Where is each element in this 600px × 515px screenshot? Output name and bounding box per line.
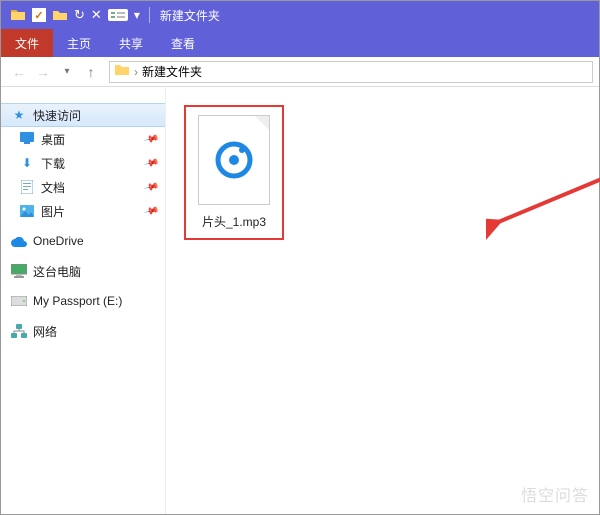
sidebar-item-documents[interactable]: 文档 📌 <box>1 175 165 199</box>
separator <box>149 7 150 23</box>
sidebar-this-pc[interactable]: 这台电脑 <box>1 259 165 283</box>
computer-icon <box>11 264 27 278</box>
tab-home[interactable]: 主页 <box>53 29 105 57</box>
sidebar-quick-access[interactable]: ★ 快速访问 <box>1 103 165 127</box>
nav-history-dropdown[interactable]: ▾ <box>55 60 79 84</box>
annotation-arrow <box>486 123 600 243</box>
audio-icon <box>212 138 256 182</box>
address-field[interactable]: › 新建文件夹 <box>109 61 593 83</box>
star-icon: ★ <box>11 108 27 122</box>
ribbon-tabs: 文件 主页 共享 查看 <box>1 29 599 57</box>
cloud-icon <box>11 236 27 247</box>
folder-icon <box>114 62 130 81</box>
sidebar-item-label: 图片 <box>41 203 65 220</box>
sidebar-item-pictures[interactable]: 图片 📌 <box>1 199 165 223</box>
pin-icon: 📌 <box>143 155 159 171</box>
properties-icon[interactable] <box>108 9 128 21</box>
nav-up-button[interactable]: ↑ <box>79 60 103 84</box>
open-folder-icon[interactable] <box>52 7 68 23</box>
checkbox-icon[interactable] <box>32 8 46 22</box>
sidebar-drive[interactable]: My Passport (E:) <box>1 289 165 313</box>
window-title: 新建文件夹 <box>160 7 220 24</box>
dropdown-icon[interactable]: ▾ <box>134 8 140 22</box>
sidebar-network[interactable]: 网络 <box>1 319 165 343</box>
download-icon: ⬇ <box>19 156 35 170</box>
desktop-icon <box>19 132 35 146</box>
nav-back-button[interactable]: ← <box>7 60 31 84</box>
file-name: 片头_1.mp3 <box>190 213 278 230</box>
chevron-right-icon: › <box>134 65 138 79</box>
tab-share[interactable]: 共享 <box>105 29 157 57</box>
sidebar-item-label: 文档 <box>41 179 65 196</box>
title-bar: ↻ ✕ ▾ 新建文件夹 <box>1 1 599 29</box>
sidebar-item-label: 这台电脑 <box>33 263 81 280</box>
content-area[interactable]: 片头_1.mp3 <box>166 87 599 514</box>
pin-icon: 📌 <box>143 179 159 195</box>
sidebar-item-label: 网络 <box>33 323 57 340</box>
close-icon[interactable]: ✕ <box>91 7 102 23</box>
pictures-icon <box>19 205 35 217</box>
sidebar-item-label: 桌面 <box>41 131 65 148</box>
pin-icon: 📌 <box>143 131 159 147</box>
sidebar-item-label: 下载 <box>41 155 65 172</box>
file-item[interactable]: 片头_1.mp3 <box>184 105 284 240</box>
breadcrumb-segment[interactable]: 新建文件夹 <box>142 63 202 80</box>
file-thumbnail <box>198 115 270 205</box>
sidebar-item-downloads[interactable]: ⬇ 下载 📌 <box>1 151 165 175</box>
sidebar: ★ 快速访问 桌面 📌 ⬇ 下载 📌 文档 📌 图片 � <box>1 87 166 514</box>
sidebar-item-label: My Passport (E:) <box>33 294 122 308</box>
tab-view[interactable]: 查看 <box>157 29 209 57</box>
tab-file[interactable]: 文件 <box>1 29 53 57</box>
sidebar-onedrive[interactable]: OneDrive <box>1 229 165 253</box>
watermark: 悟空问答 <box>521 482 589 506</box>
pin-icon: 📌 <box>143 203 159 219</box>
sidebar-item-label: OneDrive <box>33 234 84 248</box>
sidebar-item-desktop[interactable]: 桌面 📌 <box>1 127 165 151</box>
nav-forward-button[interactable]: → <box>31 60 55 84</box>
drive-icon <box>11 296 27 306</box>
folder-icon <box>10 7 26 23</box>
sidebar-label: 快速访问 <box>33 107 81 124</box>
refresh-icon[interactable]: ↻ <box>74 7 85 23</box>
network-icon <box>11 324 27 338</box>
document-icon <box>19 180 35 194</box>
address-bar: ← → ▾ ↑ › 新建文件夹 <box>1 57 599 87</box>
body: ★ 快速访问 桌面 📌 ⬇ 下载 📌 文档 📌 图片 � <box>1 87 599 514</box>
